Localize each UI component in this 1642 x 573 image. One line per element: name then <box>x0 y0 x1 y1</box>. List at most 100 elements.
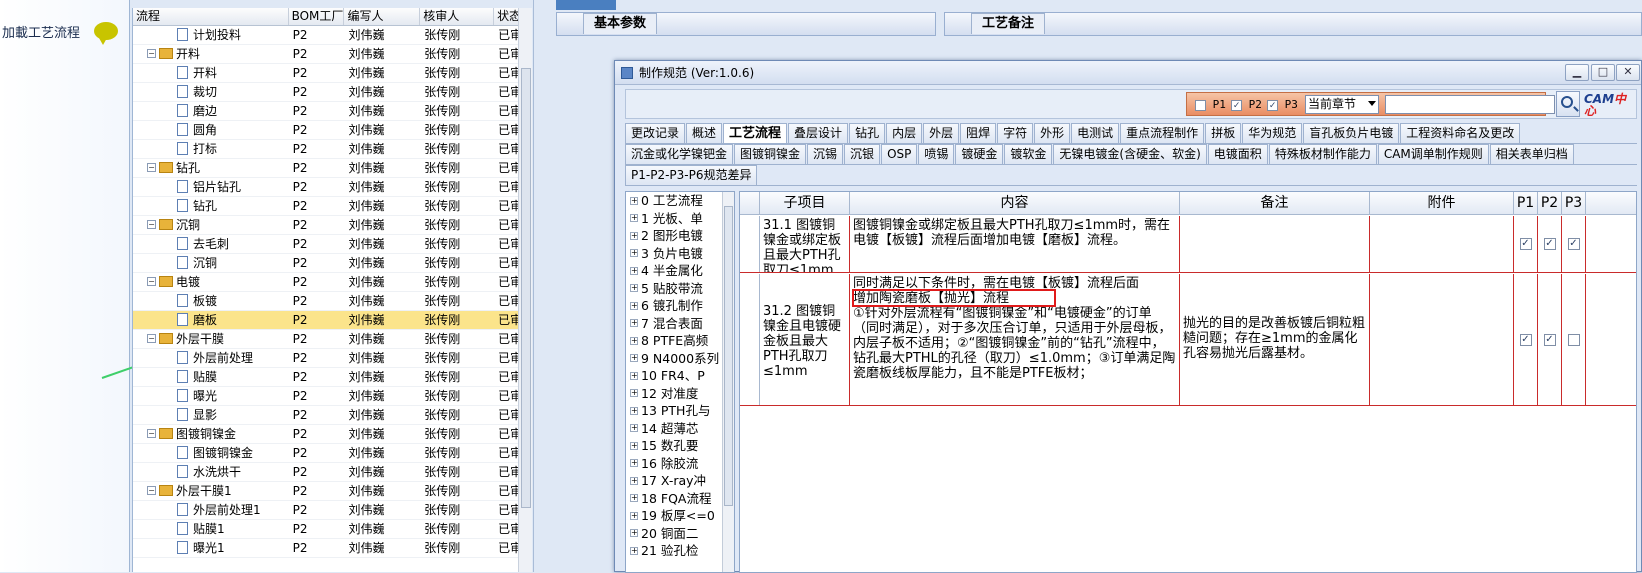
tree-row[interactable]: − 图镀铜镍金 P2 刘伟巍 张传刚 已审核 <box>133 425 532 444</box>
expand-icon[interactable]: + <box>630 354 638 362</box>
p2-checkbox[interactable]: ✓ <box>1231 99 1242 111</box>
tree-row[interactable]: 裁切 P2 刘伟巍 张传刚 已审核 <box>133 83 532 102</box>
expand-icon[interactable]: + <box>630 249 638 257</box>
outline-item[interactable]: +21 验孔检 <box>626 542 734 560</box>
tree-row[interactable]: 曝光 P2 刘伟巍 张传刚 已审核 <box>133 387 532 406</box>
tree-row[interactable]: 磨板 P2 刘伟巍 张传刚 已审核 <box>133 311 532 330</box>
scrollbar-thumb[interactable] <box>724 206 733 506</box>
tab-item[interactable]: 特殊板材制作能力 <box>1268 144 1377 164</box>
col-header-content[interactable]: 内容 <box>850 192 1180 215</box>
expand-icon[interactable]: + <box>630 371 638 380</box>
tree-row[interactable]: 曝光1 P2 刘伟巍 张传刚 已审核 <box>133 539 532 558</box>
outline-item[interactable]: +18 FQA流程 <box>626 490 734 508</box>
load-process-link[interactable]: 加載工艺流程 <box>2 22 80 41</box>
outline-item[interactable]: +5 贴胶带流 <box>626 280 734 298</box>
expand-icon[interactable]: + <box>630 336 638 345</box>
collapse-icon[interactable]: − <box>147 429 156 438</box>
chapter-select[interactable]: 当前章节 <box>1305 95 1379 114</box>
tab-item[interactable]: 工程资料命名及更改 <box>1400 123 1521 143</box>
col-header-remark[interactable]: 备注 <box>1180 192 1370 215</box>
tree-row[interactable]: 钻孔 P2 刘伟巍 张传刚 已审核 <box>133 197 532 216</box>
tab-item[interactable]: 图镀铜镍金 <box>734 144 807 164</box>
process-remarks-tab[interactable]: 工艺备注 <box>971 13 1046 34</box>
outline-item[interactable]: +15 数孔要 <box>626 437 734 455</box>
tab-item[interactable]: OSP <box>881 144 918 164</box>
basic-params-tab[interactable]: 基本参数 <box>583 13 658 34</box>
tree-row[interactable]: − 开料 P2 刘伟巍 张传刚 已审核 <box>133 45 532 64</box>
p3-row-checkbox[interactable]: ✓ <box>1567 238 1580 250</box>
dialog-titlebar[interactable]: 制作规范 (Ver:1.0.6) ▁ □ ✕ <box>615 61 1641 85</box>
expand-icon[interactable]: + <box>630 459 638 467</box>
tab-item[interactable]: 喷锡 <box>918 144 955 164</box>
p1-row-checkbox[interactable]: ✓ <box>1519 238 1532 250</box>
col-header-p2[interactable]: P2 <box>1538 192 1562 215</box>
tab-item[interactable]: 字符 <box>997 123 1034 143</box>
collapse-icon[interactable]: − <box>147 220 156 229</box>
attach-cell[interactable] <box>1370 274 1514 405</box>
col-header-attach[interactable]: 附件 <box>1370 192 1514 215</box>
collapse-icon[interactable]: − <box>147 277 156 286</box>
outline-item[interactable]: +17 X-ray冲 <box>626 472 734 490</box>
col-header-p1[interactable]: P1 <box>1514 192 1538 215</box>
expand-icon[interactable]: + <box>630 196 638 205</box>
tab-item[interactable]: 沉银 <box>844 144 881 164</box>
tree-row[interactable]: 磨边 P2 刘伟巍 张传刚 已审核 <box>133 102 532 121</box>
tab-item[interactable]: 相关表单归档 <box>1489 144 1574 164</box>
outline-item[interactable]: +13 PTH孔与 <box>626 402 734 420</box>
p2-row-checkbox[interactable]: ✓ <box>1543 333 1556 346</box>
tab-item[interactable]: 镀硬金 <box>955 144 1004 164</box>
tab-item[interactable]: 外形 <box>1034 123 1071 143</box>
outline-item[interactable]: +0 工艺流程 <box>626 192 734 210</box>
tree-row[interactable]: − 电镀 P2 刘伟巍 张传刚 已审核 <box>133 273 532 292</box>
col-header-p3[interactable]: P3 <box>1562 192 1586 215</box>
tab-item[interactable]: 钻孔 <box>849 123 886 143</box>
p3-row-checkbox[interactable] <box>1567 333 1580 346</box>
outline-item[interactable]: +10 FR4、P <box>626 367 734 385</box>
collapse-icon[interactable]: − <box>147 486 156 495</box>
tab-item[interactable]: 沉锡 <box>807 144 844 164</box>
tree-row[interactable]: − 外层干膜 P2 刘伟巍 张传刚 已审核 <box>133 330 532 349</box>
expand-icon[interactable]: + <box>630 424 638 432</box>
tree-row[interactable]: 沉铜 P2 刘伟巍 张传刚 已审核 <box>133 254 532 273</box>
tree-row[interactable]: 圆角 P2 刘伟巍 张传刚 已审核 <box>133 121 532 140</box>
col-header-bom[interactable]: BOM工厂 <box>289 8 345 25</box>
tab-item[interactable]: 华为规范 <box>1242 123 1303 143</box>
tab-item[interactable]: 盲孔板负片电镀 <box>1303 123 1400 143</box>
expand-icon[interactable]: + <box>630 266 638 275</box>
expand-icon[interactable]: + <box>630 494 638 502</box>
row-indicator[interactable] <box>740 216 760 272</box>
expand-icon[interactable]: + <box>630 231 638 240</box>
expand-icon[interactable]: + <box>630 441 638 450</box>
expand-icon[interactable]: + <box>630 476 638 485</box>
expand-icon[interactable]: + <box>630 546 638 555</box>
tree-row[interactable]: 铝片钻孔 P2 刘伟巍 张传刚 已审核 <box>133 178 532 197</box>
row-indicator[interactable] <box>740 274 760 405</box>
tree-row[interactable]: 去毛刺 P2 刘伟巍 张传刚 已审核 <box>133 235 532 254</box>
p1-row-checkbox[interactable]: ✓ <box>1519 333 1532 346</box>
tab-item[interactable]: P1-P2-P3-P6规范差异 <box>625 165 758 185</box>
speech-bubble-icon[interactable] <box>94 22 118 45</box>
tab-item[interactable]: 更改记录 <box>625 123 686 143</box>
tree-grid-scrollbar[interactable] <box>518 8 532 572</box>
col-header-writer[interactable]: 编写人 <box>344 8 421 25</box>
tree-row[interactable]: − 沉铜 P2 刘伟巍 张传刚 已审核 <box>133 216 532 235</box>
outline-item[interactable]: +2 图形电镀 <box>626 227 734 245</box>
expand-icon[interactable]: + <box>630 301 638 310</box>
outline-item[interactable]: +14 超薄芯 <box>626 420 734 438</box>
tree-row[interactable]: 贴膜 P2 刘伟巍 张传刚 已审核 <box>133 368 532 387</box>
collapse-icon[interactable]: − <box>147 163 156 172</box>
tab-item[interactable]: 重点流程制作 <box>1120 123 1205 143</box>
tab-item[interactable]: 电镀面积 <box>1207 144 1268 164</box>
tab-item[interactable]: CAM调单制作规则 <box>1377 144 1489 164</box>
tree-row[interactable]: 开料 P2 刘伟巍 张传刚 已审核 <box>133 64 532 83</box>
tab-item[interactable]: 工艺流程 <box>723 123 788 143</box>
p3-checkbox[interactable]: ✓ <box>1267 99 1278 111</box>
p3-filter[interactable]: ✓ P3 <box>1267 98 1298 111</box>
outline-item[interactable]: +7 混合表面 <box>626 315 734 333</box>
maximize-button[interactable]: □ <box>1591 64 1615 81</box>
outline-item[interactable]: +8 PTFE高频 <box>626 332 734 350</box>
expand-icon[interactable]: + <box>630 406 638 415</box>
tab-item[interactable]: 内层 <box>886 123 923 143</box>
expand-icon[interactable]: + <box>630 319 638 327</box>
collapse-icon[interactable]: − <box>147 49 156 58</box>
